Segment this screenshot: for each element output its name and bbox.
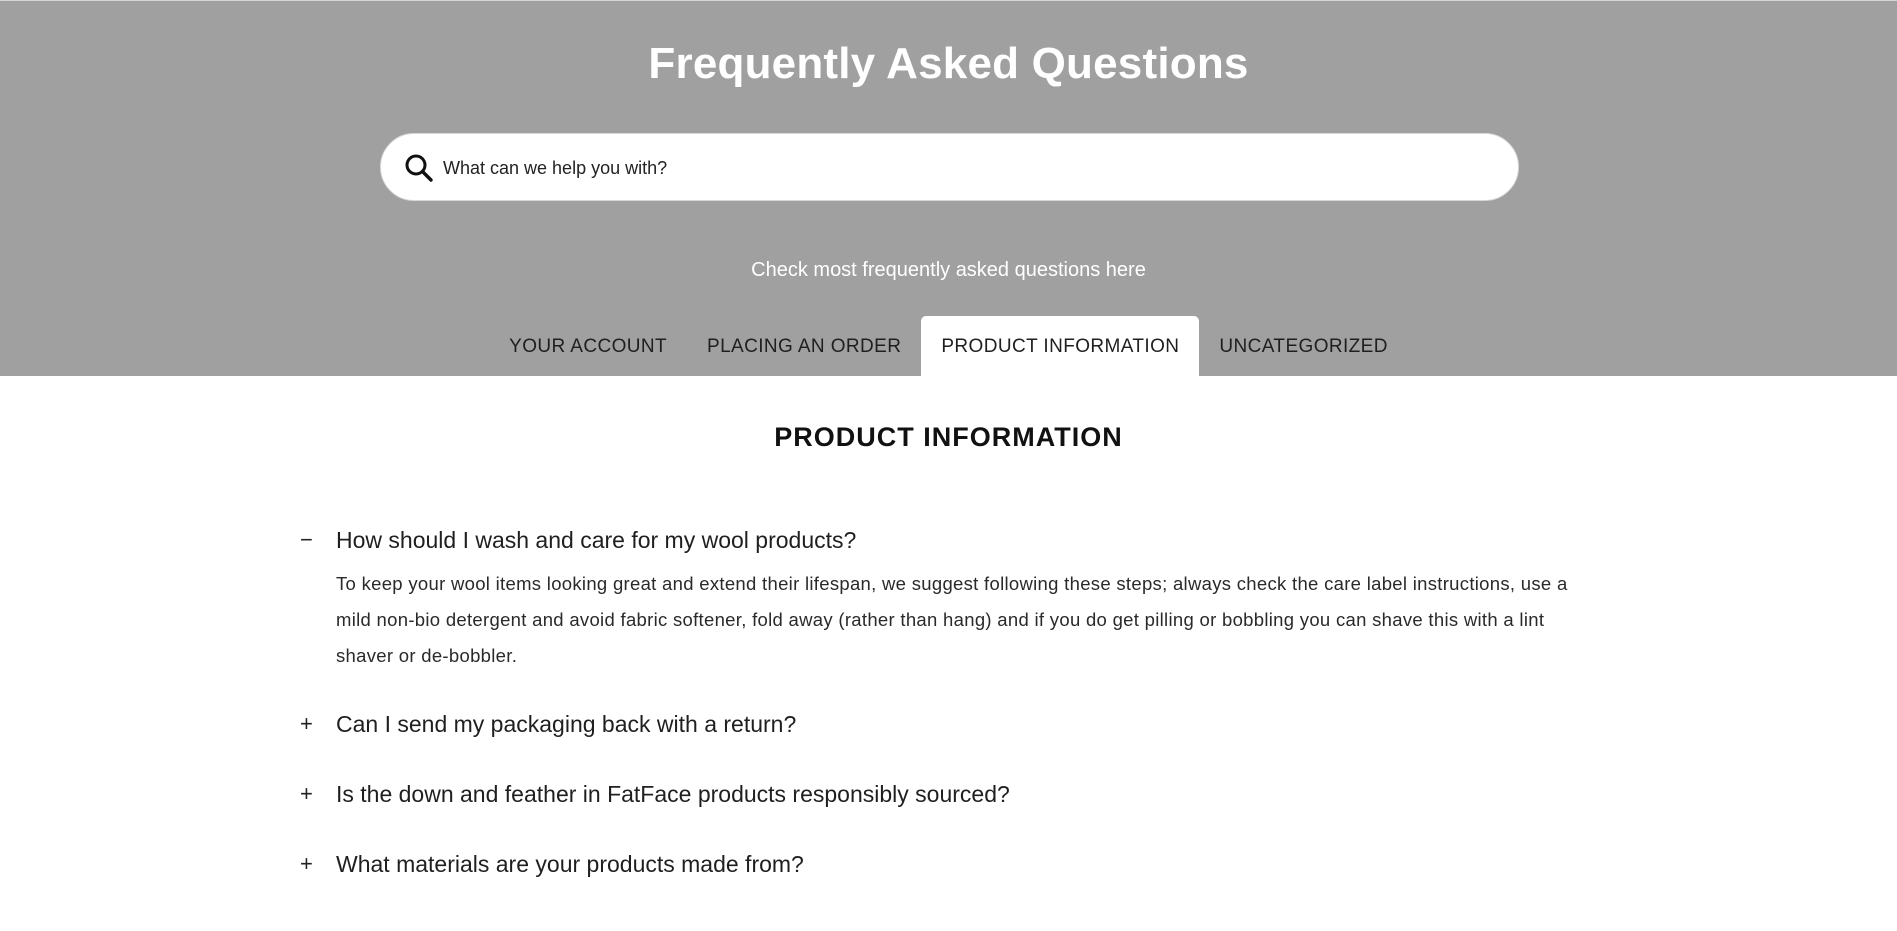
expand-icon[interactable]: + bbox=[296, 781, 336, 807]
faq-question-wool-care[interactable]: − How should I wash and care for my wool… bbox=[296, 520, 1606, 560]
page-title: Frequently Asked Questions bbox=[648, 39, 1249, 88]
faq-question-down-feather[interactable]: + Is the down and feather in FatFace pro… bbox=[296, 774, 1606, 814]
faq-item: − How should I wash and care for my wool… bbox=[296, 520, 1606, 674]
category-tabs: YOUR ACCOUNT PLACING AN ORDER PRODUCT IN… bbox=[0, 316, 1897, 377]
hero-subtitle: Check most frequently asked questions he… bbox=[751, 259, 1146, 281]
tab-product-information[interactable]: PRODUCT INFORMATION bbox=[921, 316, 1200, 377]
search-icon[interactable] bbox=[403, 152, 435, 184]
tab-your-account[interactable]: YOUR ACCOUNT bbox=[489, 316, 687, 377]
faq-item: + Can I send my packaging back with a re… bbox=[296, 704, 1606, 744]
section-title: PRODUCT INFORMATION bbox=[774, 422, 1123, 452]
faq-item: + Is the down and feather in FatFace pro… bbox=[296, 774, 1606, 814]
faq-question-materials[interactable]: + What materials are your products made … bbox=[296, 844, 1606, 884]
faq-question-text: Is the down and feather in FatFace produ… bbox=[336, 780, 1010, 807]
faq-hero: Frequently Asked Questions Check most fr… bbox=[0, 0, 1897, 377]
faq-question-text: How should I wash and care for my wool p… bbox=[336, 526, 857, 553]
faq-question-packaging-return[interactable]: + Can I send my packaging back with a re… bbox=[296, 704, 1606, 744]
expand-icon[interactable]: + bbox=[296, 711, 336, 737]
search-bar[interactable] bbox=[380, 133, 1519, 201]
faq-question-text: Can I send my packaging back with a retu… bbox=[336, 710, 797, 737]
faq-answer: To keep your wool items looking great an… bbox=[336, 573, 1568, 666]
search-input[interactable] bbox=[443, 148, 1493, 188]
faq-question-text: What materials are your products made fr… bbox=[336, 850, 804, 877]
tab-uncategorized[interactable]: UNCATEGORIZED bbox=[1199, 316, 1407, 377]
faq-item: + What materials are your products made … bbox=[296, 844, 1606, 884]
faq-list: − How should I wash and care for my wool… bbox=[296, 520, 1606, 884]
collapse-icon[interactable]: − bbox=[296, 527, 336, 553]
tab-placing-an-order[interactable]: PLACING AN ORDER bbox=[687, 316, 921, 377]
expand-icon[interactable]: + bbox=[296, 851, 336, 877]
